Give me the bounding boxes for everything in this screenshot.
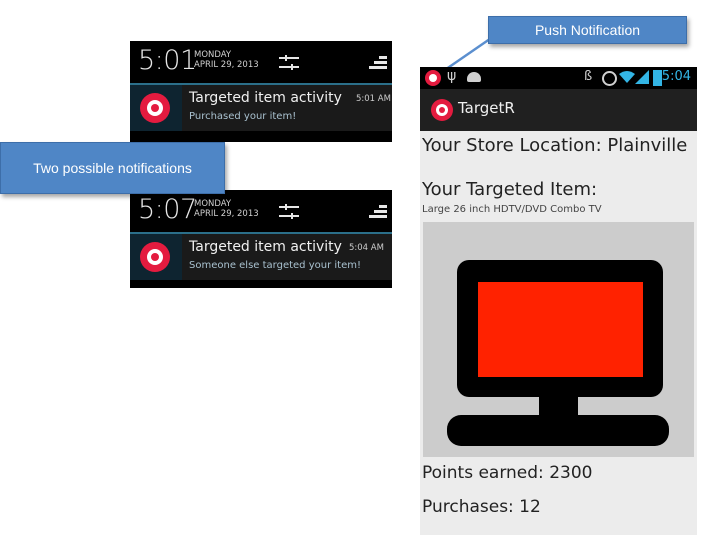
settings-sliders-icon[interactable] (278, 203, 300, 221)
app-title: TargetR (458, 99, 515, 117)
points-earned: Points earned: 2300 (422, 463, 593, 483)
notification-shade-1: 5:01 MONDAY APRIL 29, 2013 Targeted item… (130, 41, 392, 142)
signal-icon (635, 70, 649, 84)
clock-time: 5:01 (138, 45, 197, 76)
targetr-app-icon (140, 93, 170, 123)
settings-sliders-icon[interactable] (278, 54, 300, 72)
notification-icon-area (130, 234, 182, 280)
notification-title: Targeted item activity (189, 239, 342, 255)
usb-icon: ψ (447, 68, 457, 84)
targetr-app-icon (140, 242, 170, 272)
targetr-app-icon[interactable] (431, 99, 453, 121)
date-block: MONDAY APRIL 29, 2013 (194, 199, 259, 219)
notification-timestamp: 5:01 AM (356, 94, 391, 104)
status-time: 5:04 (661, 69, 691, 84)
notification-icon-area (130, 85, 182, 131)
alarm-icon (602, 71, 617, 86)
phone-screen: ψ ß 5:04 TargetR Your Store Location: Pl… (420, 67, 697, 535)
targeted-item-name: Large 26 inch HDTV/DVD Combo TV (422, 204, 602, 215)
date: APRIL 29, 2013 (194, 60, 259, 70)
date-block: MONDAY APRIL 29, 2013 (194, 50, 259, 70)
shade-header: 5:07 MONDAY APRIL 29, 2013 (130, 190, 392, 232)
notification-title: Targeted item activity (189, 90, 342, 106)
date: APRIL 29, 2013 (194, 209, 259, 219)
clear-all-icon[interactable] (369, 205, 387, 219)
android-debug-icon (467, 72, 481, 82)
weekday: MONDAY (194, 50, 232, 60)
notification-message: Purchased your item! (189, 111, 297, 122)
notification-timestamp: 5:04 AM (349, 243, 384, 253)
action-bar: TargetR (420, 89, 697, 131)
clock-time: 5:07 (138, 194, 197, 225)
notification-message: Someone else targeted your item! (189, 260, 361, 271)
notification-shade-2: 5:07 MONDAY APRIL 29, 2013 Targeted item… (130, 190, 392, 288)
bluetooth-icon: ß (584, 69, 593, 84)
notification-item[interactable]: Targeted item activity Purchased your it… (130, 85, 392, 131)
clear-all-icon[interactable] (369, 56, 387, 70)
purchases-count: Purchases: 12 (422, 497, 541, 517)
status-bar: ψ ß 5:04 (420, 67, 697, 89)
targetr-status-icon (425, 70, 441, 86)
weekday: MONDAY (194, 199, 232, 209)
wifi-icon (619, 71, 635, 83)
targeted-item-label: Your Targeted Item: (422, 179, 598, 200)
shade-header: 5:01 MONDAY APRIL 29, 2013 (130, 41, 392, 83)
store-location: Your Store Location: Plainville (422, 135, 688, 156)
callout-push-notification: Push Notification (488, 16, 687, 44)
callout-two-notifications: Two possible notifications (0, 142, 225, 194)
battery-icon (653, 70, 662, 86)
notification-item[interactable]: Targeted item activity Someone else targ… (130, 234, 392, 280)
product-image[interactable] (423, 222, 694, 457)
tv-icon (447, 260, 669, 446)
